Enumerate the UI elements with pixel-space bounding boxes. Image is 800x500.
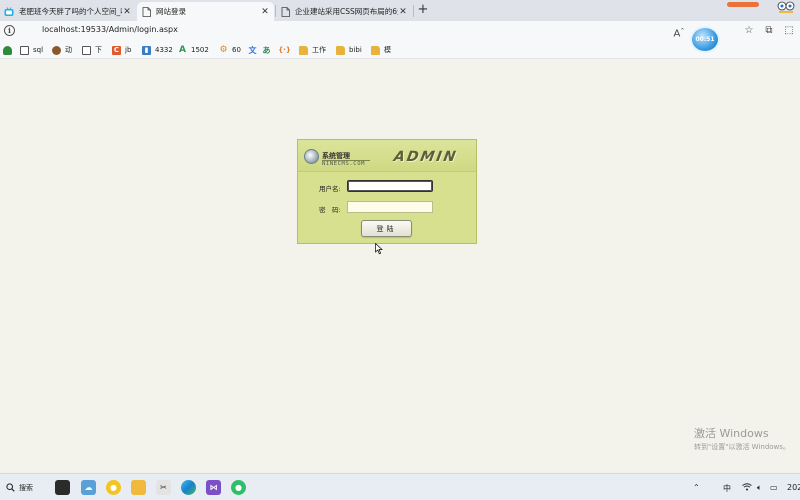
tab-divider bbox=[413, 5, 414, 17]
notification-pill bbox=[727, 2, 759, 7]
search-icon bbox=[6, 483, 15, 492]
windows-activation-watermark: 激活 Windows 转到"设置"以激活 Windows。 bbox=[694, 427, 790, 451]
bookmark-folder-work[interactable]: 工作 bbox=[299, 44, 326, 56]
tab-strip: 老肥班今天胖了吗的个人空间_哔 ✕ 网站登录 ✕ 企业建站采用CSS网页布局的6… bbox=[0, 0, 800, 21]
tab-title: 老肥班今天胖了吗的个人空间_哔 bbox=[19, 7, 122, 16]
bookmark-folder-bibi[interactable]: bibi bbox=[336, 44, 362, 56]
bookmark-item[interactable] bbox=[3, 44, 16, 56]
login-panel: 系统管理 NINECMS.COM ADMIN 用户名: 密 码: 登陆 bbox=[297, 139, 477, 244]
app-icon[interactable]: ● bbox=[106, 480, 121, 495]
bookmark-item[interactable]: A 1502 bbox=[178, 44, 209, 56]
page-icon bbox=[141, 6, 151, 17]
bars-icon: ▮ bbox=[142, 45, 151, 55]
admin-brand: ADMIN bbox=[392, 149, 459, 165]
volume-icon[interactable]: 🔈︎ bbox=[757, 483, 762, 493]
cms-logo-icon bbox=[304, 149, 319, 164]
bookmark-item[interactable]: ⚙ 60 bbox=[219, 44, 240, 56]
wifi-icon[interactable] bbox=[742, 483, 752, 493]
bookmark-item[interactable]: 下 bbox=[82, 44, 102, 56]
tab-login[interactable]: 网站登录 ✕ bbox=[137, 2, 274, 21]
copilot-icon[interactable] bbox=[772, 0, 800, 21]
folder-icon bbox=[336, 45, 345, 55]
bookmark-item[interactable]: {·} bbox=[278, 44, 293, 56]
login-subtitle: NINECMS.COM bbox=[322, 161, 366, 167]
tree-icon bbox=[3, 45, 12, 55]
tab-title: 网站登录 bbox=[156, 7, 186, 16]
new-tab-button[interactable]: + bbox=[416, 3, 430, 17]
page-icon bbox=[82, 45, 91, 55]
chevron-up-icon[interactable]: ⌃ bbox=[693, 483, 700, 492]
taskbar: 搜索 ☁ ● ✂ ⋈ ● ⌃ 中 🔈︎ ▭ 202 bbox=[0, 473, 800, 500]
bookmark-item[interactable]: C jb bbox=[112, 44, 131, 56]
edge-browser-icon[interactable] bbox=[181, 480, 196, 495]
mouse-cursor-icon bbox=[375, 243, 383, 255]
password-input[interactable] bbox=[347, 201, 433, 213]
extensions-icon[interactable]: ⬚ bbox=[782, 24, 796, 38]
password-label: 密 码: bbox=[319, 206, 341, 214]
collections-icon[interactable]: ⧉ bbox=[762, 24, 776, 38]
bookmarks-bar: sql 动 下 C jb ▮ 4332 A 1502 ⚙ 60 文 あ {·} … bbox=[0, 41, 800, 59]
page-icon bbox=[20, 45, 29, 55]
battery-icon[interactable]: ▭ bbox=[770, 483, 778, 492]
site-info-icon[interactable]: i bbox=[4, 25, 15, 36]
bookmark-item[interactable]: ▮ 4332 bbox=[142, 44, 173, 56]
monkey-icon bbox=[52, 45, 61, 55]
bookmark-item[interactable]: あ bbox=[262, 44, 275, 56]
bilibili-icon bbox=[4, 6, 14, 17]
c-icon: C bbox=[112, 45, 121, 55]
login-button[interactable]: 登陆 bbox=[361, 220, 412, 237]
a-icon: A bbox=[179, 45, 186, 55]
tab-css-layout[interactable]: 企业建站采用CSS网页布局的6大 ✕ bbox=[276, 2, 412, 21]
clock[interactable]: 202 bbox=[787, 483, 800, 492]
close-icon[interactable]: ✕ bbox=[398, 7, 408, 17]
login-header: 系统管理 NINECMS.COM ADMIN bbox=[298, 140, 476, 172]
ime-indicator[interactable]: 中 bbox=[723, 483, 731, 494]
close-icon[interactable]: ✕ bbox=[122, 7, 132, 17]
address-bar: i localhost:19533/Admin/login.aspx A^ ☆ … bbox=[0, 21, 800, 41]
gear-icon: ⚙ bbox=[219, 45, 228, 55]
weather-icon[interactable]: ☁ bbox=[81, 480, 96, 495]
read-aloud-icon[interactable]: A^ bbox=[672, 24, 686, 39]
favorites-icon[interactable]: ☆ bbox=[742, 24, 756, 38]
username-input[interactable] bbox=[347, 180, 433, 192]
file-explorer-icon[interactable] bbox=[131, 480, 146, 495]
kanji-icon: あ bbox=[262, 45, 271, 55]
taskbar-search[interactable]: 搜索 bbox=[6, 480, 46, 495]
translate-icon: 文 bbox=[248, 45, 257, 55]
task-view-icon[interactable] bbox=[55, 480, 70, 495]
username-label: 用户名: bbox=[319, 185, 341, 193]
bookmark-folder-template[interactable]: 模 bbox=[371, 44, 391, 56]
folder-icon bbox=[371, 45, 380, 55]
folder-icon bbox=[299, 45, 308, 55]
url-input[interactable]: localhost:19533/Admin/login.aspx bbox=[42, 25, 178, 34]
avatar[interactable]: 00:51 bbox=[690, 26, 720, 53]
close-icon[interactable]: ✕ bbox=[260, 7, 270, 17]
page-icon bbox=[280, 6, 290, 17]
tab-title: 企业建站采用CSS网页布局的6大 bbox=[295, 7, 398, 16]
visual-studio-icon[interactable]: ⋈ bbox=[206, 480, 221, 495]
page-content: 系统管理 NINECMS.COM ADMIN 用户名: 密 码: 登陆 激活 W… bbox=[0, 59, 800, 473]
bookmark-item[interactable]: sql bbox=[20, 44, 43, 56]
bookmark-item[interactable]: 动 bbox=[52, 44, 72, 56]
bookmark-item[interactable]: 文 bbox=[248, 44, 261, 56]
tab-bilibili[interactable]: 老肥班今天胖了吗的个人空间_哔 ✕ bbox=[0, 2, 136, 21]
tab-divider bbox=[275, 5, 276, 17]
wechat-icon[interactable]: ● bbox=[231, 480, 246, 495]
snipping-tool-icon[interactable]: ✂ bbox=[156, 480, 171, 495]
bracket-icon: {·} bbox=[278, 46, 291, 54]
